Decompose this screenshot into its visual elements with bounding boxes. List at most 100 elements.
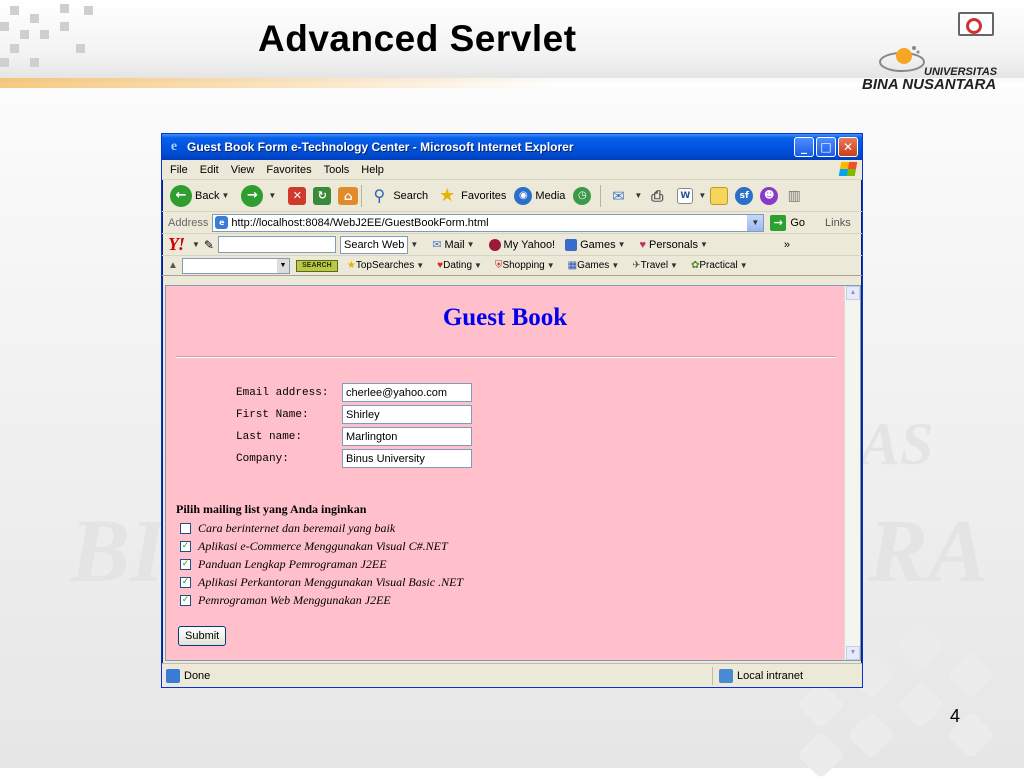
small-logo-icon	[958, 12, 994, 36]
menu-help[interactable]: Help	[361, 164, 384, 176]
title-bar[interactable]: e Guest Book Form e-Technology Center - …	[162, 134, 862, 160]
address-dropdown-icon[interactable]: ▼	[747, 214, 764, 231]
envelope-icon: ✉	[432, 239, 442, 251]
dating-label: Dating	[443, 260, 473, 271]
search-web-dropdown-icon[interactable]: ▼	[410, 240, 418, 249]
scroll-up-icon[interactable]: ▲	[846, 286, 860, 300]
horizontal-rule	[176, 356, 836, 358]
buddy-icon[interactable]: ☻	[760, 186, 779, 205]
research-icon[interactable]: ▥	[783, 185, 805, 207]
mailing-checkbox-3[interactable]: ✓	[180, 576, 191, 588]
yahoo-mail-button[interactable]: ✉ Mail	[432, 238, 464, 252]
mailing-item[interactable]: ✓ Aplikasi Perkantoran Menggunakan Visua…	[180, 573, 463, 591]
scroll-down-icon[interactable]: ▼	[846, 646, 860, 660]
yahoo-more-button[interactable]: »	[784, 239, 790, 251]
search-web-button[interactable]: Search Web	[339, 235, 409, 254]
home-icon[interactable]: ⌂	[338, 186, 359, 205]
forward-arrow-icon: →	[241, 184, 264, 207]
menu-tools[interactable]: Tools	[324, 164, 350, 176]
mailing-item[interactable]: Cara berinternet dan beremail yang baik	[180, 519, 463, 537]
mail-icon[interactable]: ✉	[607, 185, 629, 207]
close-button[interactable]: ✕	[838, 137, 858, 157]
email-row: Email address:	[236, 383, 472, 402]
shopping-icon: ⛨	[494, 260, 503, 271]
refresh-icon[interactable]: ↻	[313, 186, 332, 205]
topsearches-button[interactable]: ★ TopSearches ▼	[347, 260, 428, 271]
games-dropdown-icon[interactable]: ▼	[618, 240, 626, 249]
stop-icon[interactable]: ✕	[288, 186, 307, 205]
search-games-button[interactable]: ▦ Games ▼	[568, 260, 624, 271]
links-button[interactable]: Links	[825, 217, 851, 229]
shopping-label: Shopping	[502, 260, 545, 271]
mailing-checkbox-0[interactable]	[180, 522, 191, 534]
company-field[interactable]	[342, 449, 472, 468]
back-button[interactable]: ← Back ▼	[170, 184, 233, 207]
yahoo-toolbar: Y! ▼ ✎ Search Web ▼ ✉ Mail ▼ My Yahoo! G…	[162, 234, 862, 256]
address-input[interactable]: e http://localhost:8084/WebJ2EE/GuestBoo…	[212, 213, 765, 232]
personals-button[interactable]: ♥ Personals ▼	[640, 239, 712, 251]
dating-dropdown-icon[interactable]: ▼	[474, 261, 482, 270]
my-yahoo-button[interactable]: My Yahoo!	[488, 238, 555, 251]
discuss-icon[interactable]	[710, 186, 729, 205]
back-dropdown-icon[interactable]: ▼	[221, 191, 229, 200]
shopping-button[interactable]: ⛨ Shopping ▼	[495, 260, 559, 271]
yahoo-search-input[interactable]	[217, 236, 336, 253]
favorites-button[interactable]: ★ Favorites	[436, 185, 506, 207]
yahoo-games-label: Games	[580, 238, 616, 251]
favorites-label: Favorites	[461, 189, 507, 202]
travel-dropdown-icon[interactable]: ▼	[670, 261, 678, 270]
search-games-dropdown-icon[interactable]: ▼	[611, 261, 619, 270]
mailing-checkbox-4[interactable]: ✓	[180, 594, 191, 606]
history-icon[interactable]: ◷	[573, 186, 592, 205]
status-left: Done	[162, 668, 712, 683]
forward-button[interactable]: → ▼	[241, 184, 280, 207]
media-button[interactable]: ◉ Media	[514, 186, 565, 205]
mailing-item-label: Aplikasi e-Commerce Menggunakan Visual C…	[198, 538, 448, 553]
forward-dropdown-icon[interactable]: ▼	[268, 191, 276, 200]
maximize-button[interactable]: □	[816, 137, 836, 157]
address-url[interactable]: http://localhost:8084/WebJ2EE/GuestBookF…	[228, 217, 747, 229]
pencil-icon[interactable]: ✎	[204, 238, 214, 252]
yahoo-logo[interactable]: Y!	[168, 234, 185, 255]
menu-file[interactable]: File	[170, 164, 188, 176]
edit-word-icon[interactable]: W	[677, 187, 694, 204]
menu-edit[interactable]: Edit	[200, 164, 219, 176]
dating-button[interactable]: ♥ Dating ▼	[437, 260, 486, 271]
search-toolbar-button[interactable]: SEARCH	[295, 259, 338, 272]
menu-view[interactable]: View	[231, 164, 255, 176]
mailing-item[interactable]: ✓ Aplikasi e-Commerce Menggunakan Visual…	[180, 537, 463, 555]
shopping-dropdown-icon[interactable]: ▼	[547, 261, 555, 270]
first-name-field[interactable]	[342, 405, 472, 424]
go-label: Go	[790, 216, 806, 229]
edit-dropdown-icon[interactable]: ▼	[698, 191, 706, 200]
search-icon: ⚲	[373, 186, 386, 205]
email-field[interactable]	[342, 383, 472, 402]
travel-button[interactable]: ✈ Travel ▼	[632, 260, 682, 271]
mailing-item-label: Pemrograman Web Menggunakan J2EE	[198, 592, 391, 607]
yahoo-games-button[interactable]: Games ▼	[565, 238, 629, 251]
mailing-item[interactable]: ✓ Panduan Lengkap Pemrograman J2EE	[180, 555, 463, 573]
go-button[interactable]: → Go	[770, 214, 806, 231]
favorites-star-icon: ★	[439, 185, 456, 206]
submit-button[interactable]: Submit	[178, 626, 227, 646]
personals-dropdown-icon[interactable]: ▼	[700, 240, 708, 249]
messenger-icon[interactable]: sf	[735, 186, 754, 205]
minimize-button[interactable]: _	[794, 137, 814, 157]
practical-dropdown-icon[interactable]: ▼	[740, 261, 748, 270]
mail-dropdown-icon[interactable]: ▼	[467, 240, 475, 249]
mailing-checkbox-2[interactable]: ✓	[180, 558, 191, 570]
practical-button[interactable]: ✿ Practical ▼	[691, 260, 752, 271]
menu-bar: File Edit View Favorites Tools Help	[162, 160, 862, 180]
mail-dropdown-icon[interactable]: ▼	[634, 191, 642, 200]
vertical-scrollbar[interactable]: ▲ ▼	[844, 286, 860, 660]
mailing-checkbox-1[interactable]: ✓	[180, 540, 191, 552]
mailing-list: Cara berinternet dan beremail yang baik …	[180, 519, 463, 609]
topsearches-dropdown-icon[interactable]: ▼	[416, 261, 424, 270]
search-button[interactable]: ⚲ Search	[368, 185, 428, 207]
print-icon[interactable]: ⎙	[646, 185, 668, 207]
yahoo-dropdown-icon[interactable]: ▼	[192, 240, 200, 249]
menu-favorites[interactable]: Favorites	[266, 164, 311, 176]
last-name-field[interactable]	[342, 427, 472, 446]
mailing-item[interactable]: ✓ Pemrograman Web Menggunakan J2EE	[180, 591, 463, 609]
search-toolbar-input[interactable]	[181, 257, 290, 274]
